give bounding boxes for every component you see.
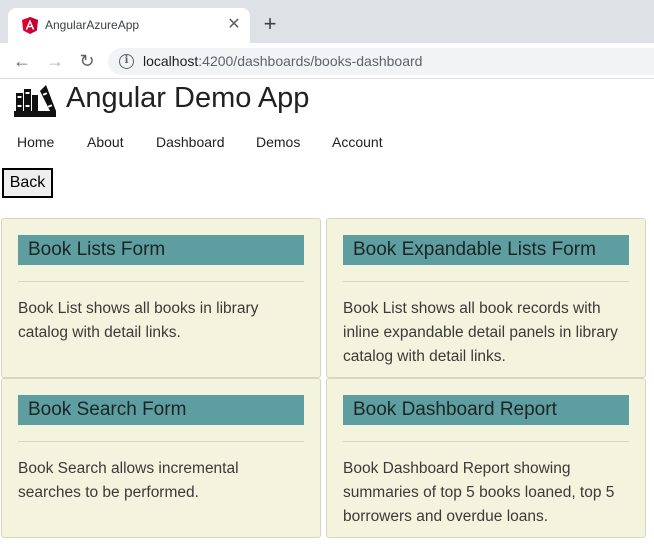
browser-tabstrip: AngularAzureApp ✕ + [0,0,654,43]
card-description: Book List shows all books in library cat… [18,300,259,341]
card-description: Book Search allows incremental searches … [18,460,239,501]
card-divider [343,441,629,442]
card-divider [343,281,629,282]
card-divider [18,281,304,282]
app-title: Angular Demo App [66,82,310,114]
browser-tab[interactable]: AngularAzureApp ✕ [8,8,250,43]
angular-icon [22,17,38,34]
card-title[interactable]: Book Search Form [18,395,304,425]
card-description: Book Dashboard Report showing summaries … [343,460,615,525]
card-divider [18,441,304,442]
card-title[interactable]: Book Expandable Lists Form [343,235,629,265]
card-book-lists-form: Book Lists Form Book List shows all book… [1,218,321,378]
site-info-icon[interactable]: i [119,54,134,69]
new-tab-icon[interactable]: + [259,13,281,35]
reload-icon[interactable]: ↻ [76,50,98,72]
books-logo-icon [14,85,56,117]
back-arrow-icon[interactable]: ← [11,50,33,72]
card-title[interactable]: Book Dashboard Report [343,395,629,425]
nav-account[interactable]: Account [332,134,383,150]
url-text[interactable]: localhost:4200/dashboards/books-dashboar… [143,53,422,69]
nav-demos[interactable]: Demos [256,134,300,150]
back-button[interactable]: Back [2,168,53,198]
card-description: Book List shows all book records with in… [343,300,618,365]
card-book-search-form: Book Search Form Book Search allows incr… [1,378,321,538]
nav-home[interactable]: Home [17,134,54,150]
nav-about[interactable]: About [87,134,124,150]
card-book-dashboard-report: Book Dashboard Report Book Dashboard Rep… [326,378,646,538]
nav-dashboard[interactable]: Dashboard [156,134,225,150]
forward-arrow-icon[interactable]: → [44,50,66,72]
tab-title: AngularAzureApp [45,18,140,32]
card-title[interactable]: Book Lists Form [18,235,304,265]
card-book-expandable-lists-form: Book Expandable Lists Form Book List sho… [326,218,646,378]
address-bar[interactable]: i localhost:4200/dashboards/books-dashbo… [108,48,654,75]
browser-toolbar: ← → ↻ i localhost:4200/dashboards/books-… [0,43,654,79]
close-tab-icon[interactable]: ✕ [225,16,243,34]
